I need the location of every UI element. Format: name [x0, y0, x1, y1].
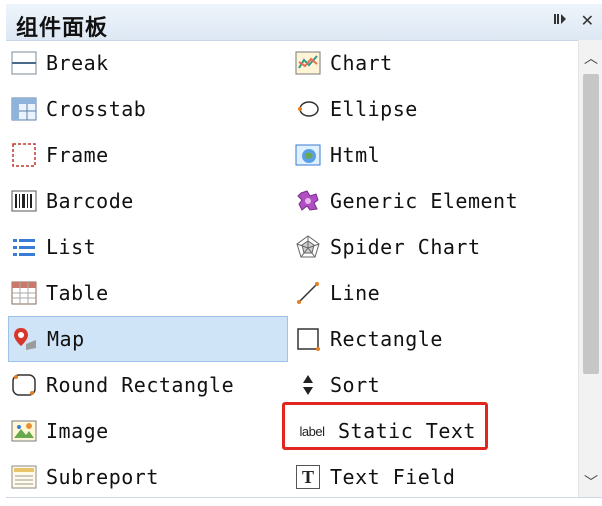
text-field-icon: T [294, 463, 322, 491]
generic-element-icon [294, 187, 322, 215]
table-icon [10, 279, 38, 307]
palette-item-ellipse[interactable]: Ellipse [294, 86, 574, 132]
rectangle-icon [294, 325, 322, 353]
palette-item-map[interactable]: Map [8, 316, 288, 362]
palette-item-label: Line [330, 281, 381, 305]
palette-item-image[interactable]: Image [10, 408, 286, 454]
scrollbar-thumb[interactable] [583, 74, 599, 374]
break-icon [10, 49, 38, 77]
chart-icon [294, 49, 322, 77]
palette-item-label: Round Rectangle [46, 373, 235, 397]
palette-item-label: Subreport [46, 465, 159, 489]
palette-item-label: Sort [330, 373, 381, 397]
palette-item-label: Barcode [46, 189, 134, 213]
palette-item-label: Table [46, 281, 109, 305]
palette-item-break[interactable]: Break [10, 40, 286, 86]
palette-item-crosstab[interactable]: Crosstab [10, 86, 286, 132]
palette-item-frame[interactable]: Frame [10, 132, 286, 178]
barcode-icon [10, 187, 38, 215]
map-pin-icon [11, 325, 39, 353]
list-icon [10, 233, 38, 261]
palette-item-round-rectangle[interactable]: Round Rectangle [10, 362, 286, 408]
spider-chart-icon [294, 233, 322, 261]
palette-item-subreport[interactable]: Subreport [10, 454, 286, 500]
palette-item-text-field[interactable]: T Text Field [294, 454, 574, 500]
palette-item-label: Generic Element [330, 189, 519, 213]
palette-item-label: Chart [330, 51, 393, 75]
scroll-up-icon[interactable]: ︿ [579, 46, 602, 70]
subreport-icon [10, 463, 38, 491]
palette-item-line[interactable]: Line [294, 270, 574, 316]
close-icon[interactable]: ✕ [581, 11, 594, 30]
palette-item-label: Image [46, 419, 109, 443]
panel-bottom-border [6, 497, 602, 498]
palette-item-label: Crosstab [46, 97, 147, 121]
palette-item-spider-chart[interactable]: Spider Chart [294, 224, 574, 270]
round-rectangle-icon [10, 371, 38, 399]
text-field-icon-glyph: T [296, 465, 320, 489]
title-controls: ✕ [553, 11, 594, 30]
vertical-scrollbar[interactable]: ︿ ﹀ [578, 40, 602, 498]
palette-item-rectangle[interactable]: Rectangle [294, 316, 574, 362]
palette-item-barcode[interactable]: Barcode [10, 178, 286, 224]
palette-item-label: Map [47, 327, 85, 351]
palette-item-label: Spider Chart [330, 235, 481, 259]
pin-icon[interactable] [553, 11, 567, 30]
line-icon [294, 279, 322, 307]
component-grid: Break Crosstab Frame Barcode List Table … [6, 40, 576, 498]
crosstab-icon [10, 95, 38, 123]
palette-item-label: Html [330, 143, 381, 167]
sort-icon [294, 371, 322, 399]
palette-title: 组件面板 [16, 16, 109, 41]
palette-item-generic-element[interactable]: Generic Element [294, 178, 574, 224]
palette-item-label: Rectangle [330, 327, 443, 351]
palette-item-label: Frame [46, 143, 109, 167]
component-palette: 组件面板 ✕ Break Crosstab Frame Barcode List… [6, 4, 602, 498]
palette-item-html[interactable]: Html [294, 132, 574, 178]
palette-item-label: Ellipse [330, 97, 418, 121]
palette-item-chart[interactable]: Chart [294, 40, 574, 86]
palette-item-table[interactable]: Table [10, 270, 286, 316]
palette-item-label: List [46, 235, 97, 259]
palette-item-list[interactable]: List [10, 224, 286, 270]
scroll-down-icon[interactable]: ﹀ [579, 470, 602, 494]
palette-titlebar: 组件面板 ✕ [6, 4, 602, 41]
static-text-highlight-box [282, 402, 488, 450]
image-icon [10, 417, 38, 445]
palette-item-label: Break [46, 51, 109, 75]
html-icon [294, 141, 322, 169]
palette-item-label: Text Field [330, 465, 456, 489]
frame-icon [10, 141, 38, 169]
ellipse-icon [294, 95, 322, 123]
